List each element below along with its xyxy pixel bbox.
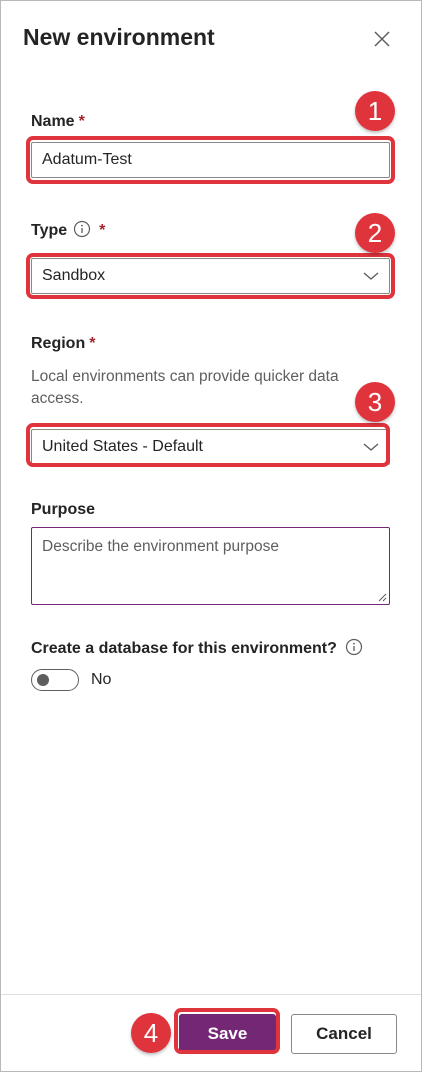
region-label: Region *: [31, 335, 96, 352]
required-mark: *: [89, 335, 96, 352]
name-input[interactable]: Adatum-Test: [31, 142, 390, 178]
callout-badge-1: 1: [355, 91, 395, 131]
save-button[interactable]: Save: [179, 1014, 276, 1054]
toggle-knob: [37, 674, 49, 686]
purpose-label: Purpose: [31, 501, 96, 518]
region-dropdown[interactable]: United States - Default: [31, 429, 390, 465]
name-input-value: Adatum-Test: [42, 151, 132, 168]
panel-title: New environment: [23, 24, 215, 50]
type-label: Type *: [31, 220, 106, 239]
callout-badge-4: 4: [131, 1013, 171, 1053]
purpose-textarea[interactable]: Describe the environment purpose: [31, 527, 390, 605]
region-help-text: Local environments can provide quicker d…: [31, 368, 339, 407]
chevron-down-icon: [363, 272, 379, 280]
cancel-button[interactable]: Cancel: [291, 1014, 397, 1054]
callout-badge-2: 2: [355, 213, 395, 253]
chevron-down-icon: [363, 443, 379, 451]
purpose-placeholder: Describe the environment purpose: [42, 538, 279, 555]
close-icon[interactable]: [373, 30, 391, 48]
type-dropdown-value: Sandbox: [42, 267, 106, 284]
database-toggle-state: No: [91, 671, 112, 688]
name-label: Name *: [31, 113, 85, 130]
info-icon[interactable]: [73, 220, 91, 238]
type-dropdown[interactable]: Sandbox: [31, 258, 390, 294]
footer-divider: [1, 994, 421, 995]
new-environment-panel: New environment Name * Adatum-Test Type * …: [0, 0, 422, 1072]
required-mark: *: [99, 222, 106, 239]
info-icon[interactable]: [345, 638, 363, 656]
resize-grip-icon[interactable]: [377, 592, 387, 602]
database-toggle[interactable]: [31, 669, 79, 691]
region-dropdown-value: United States - Default: [42, 438, 203, 455]
required-mark: *: [78, 113, 85, 130]
database-label: Create a database for this environment?: [31, 638, 363, 658]
callout-badge-3: 3: [355, 382, 395, 422]
